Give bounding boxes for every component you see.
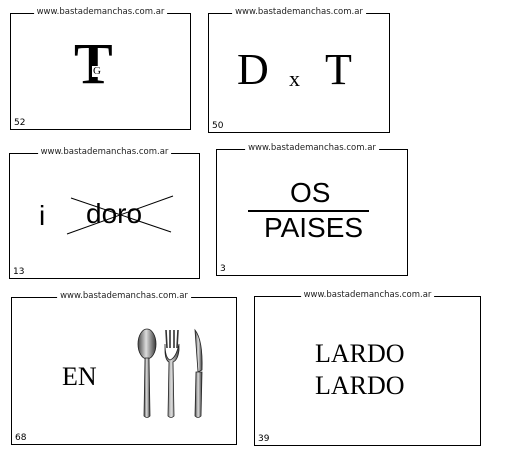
cutlery-icon <box>137 328 203 418</box>
cross-out-lines <box>66 195 174 235</box>
puzzle-card-52: www.bastademanchas.com.ar T G 52 <box>10 7 191 130</box>
puzzle-card-68: www.bastademanchas.com.ar EN 68 <box>11 291 237 445</box>
card-number: 68 <box>15 433 27 443</box>
fraction-top: OS <box>290 177 331 208</box>
spoon-icon <box>137 328 157 418</box>
card-url: www.bastademanchas.com.ar <box>300 290 435 300</box>
small-letter: G <box>92 65 102 77</box>
puzzle-card-39: www.bastademanchas.com.ar LARDO LARDO 39 <box>254 290 481 446</box>
fraction-bottom: PAISES <box>264 212 364 243</box>
card-url: www.bastademanchas.com.ar <box>57 291 191 301</box>
prefix-letter: i <box>39 200 46 231</box>
card-url: www.bastademanchas.com.ar <box>245 143 379 153</box>
letter-right: T <box>325 45 352 94</box>
card-number: 39 <box>258 434 270 444</box>
letter-left: D <box>237 45 269 94</box>
card-url: www.bastademanchas.com.ar <box>232 7 366 17</box>
card-number: 50 <box>212 121 224 131</box>
card-number: 52 <box>14 118 26 128</box>
word-line-1: LARDO <box>315 339 405 368</box>
card-url: www.bastademanchas.com.ar <box>37 147 172 157</box>
big-letter: T <box>74 31 113 96</box>
knife-icon <box>194 328 203 418</box>
puzzle-card-50: www.bastademanchas.com.ar D x T 50 <box>208 7 390 133</box>
fork-icon <box>164 329 180 418</box>
puzzle-card-13: www.bastademanchas.com.ar i doro 13 <box>9 147 200 279</box>
card-url: www.bastademanchas.com.ar <box>33 7 168 17</box>
letter-x: x <box>289 66 300 91</box>
puzzle-card-3: www.bastademanchas.com.ar OS PAISES 3 <box>216 143 408 276</box>
card-number: 3 <box>220 264 226 274</box>
word-en: EN <box>62 362 97 391</box>
word-line-2: LARDO <box>315 371 405 400</box>
card-number: 13 <box>13 267 25 277</box>
